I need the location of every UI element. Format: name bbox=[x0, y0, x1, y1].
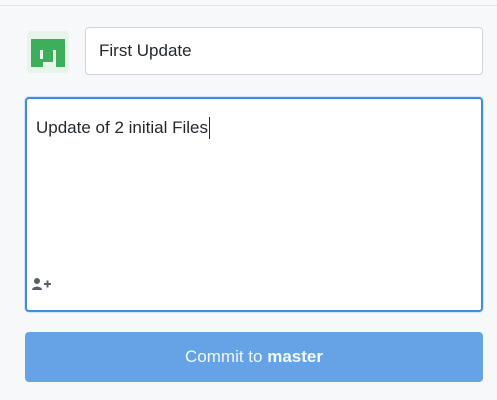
identicon-avatar-icon bbox=[27, 31, 69, 73]
branch-name: master bbox=[267, 347, 323, 366]
commit-button-label: Commit to bbox=[185, 347, 263, 366]
commit-panel: Update of 2 initial Files Commit to mast… bbox=[0, 0, 497, 400]
description-text: Update of 2 initial Files bbox=[36, 117, 210, 139]
summary-input[interactable] bbox=[85, 27, 483, 75]
add-coauthor-icon bbox=[32, 278, 51, 290]
add-coauthor-button[interactable] bbox=[32, 276, 56, 292]
commit-button[interactable]: Commit to master bbox=[25, 332, 483, 382]
divider bbox=[0, 5, 497, 6]
summary-row bbox=[25, 27, 483, 75]
description-field[interactable]: Update of 2 initial Files bbox=[25, 97, 483, 312]
avatar bbox=[27, 31, 69, 73]
text-caret bbox=[208, 117, 210, 139]
